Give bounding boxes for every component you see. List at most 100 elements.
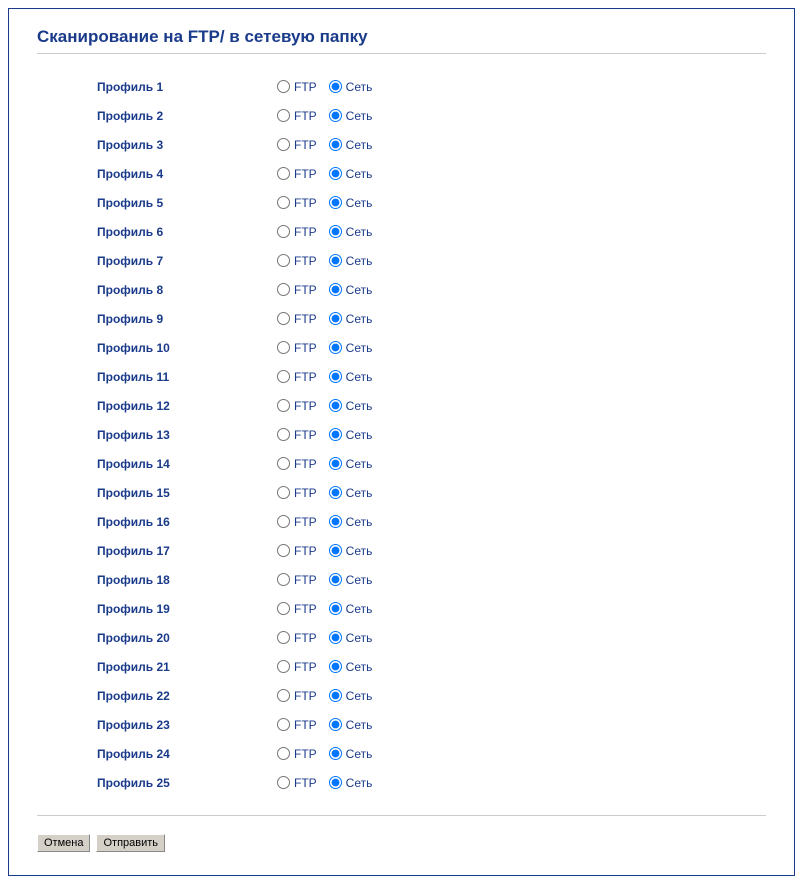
radio-ftp[interactable]	[277, 544, 290, 557]
radio-network-label: Сеть	[346, 544, 373, 558]
radio-ftp[interactable]	[277, 486, 290, 499]
radio-network[interactable]	[329, 660, 342, 673]
radio-ftp[interactable]	[277, 573, 290, 586]
radio-network[interactable]	[329, 196, 342, 209]
radio-network-label: Сеть	[346, 399, 373, 413]
radio-network-label: Сеть	[346, 283, 373, 297]
profile-row: Профиль 23FTPСеть	[97, 710, 766, 739]
radio-network[interactable]	[329, 631, 342, 644]
radio-ftp[interactable]	[277, 370, 290, 383]
radio-ftp[interactable]	[277, 689, 290, 702]
radio-ftp-label: FTP	[294, 167, 317, 181]
profile-label: Профиль 12	[97, 399, 277, 413]
radio-group: FTPСеть	[277, 370, 380, 384]
radio-group: FTPСеть	[277, 138, 380, 152]
profile-label: Профиль 17	[97, 544, 277, 558]
radio-network[interactable]	[329, 341, 342, 354]
radio-network[interactable]	[329, 138, 342, 151]
radio-ftp-label: FTP	[294, 341, 317, 355]
radio-network[interactable]	[329, 312, 342, 325]
profile-row: Профиль 18FTPСеть	[97, 565, 766, 594]
radio-ftp[interactable]	[277, 283, 290, 296]
profile-row: Профиль 12 FTP Сеть	[97, 391, 766, 420]
radio-network-label: Сеть	[346, 776, 373, 790]
radio-network[interactable]	[329, 283, 342, 296]
profile-row: Профиль 15FTPСеть	[97, 478, 766, 507]
radio-ftp[interactable]	[277, 457, 290, 470]
profile-label: Профиль 13	[97, 428, 277, 442]
profile-row: Профиль 4FTPСеть	[97, 159, 766, 188]
radio-network[interactable]	[329, 602, 342, 615]
radio-ftp[interactable]	[277, 167, 290, 180]
profile-label: Профиль 18	[97, 573, 277, 587]
profile-row: Профиль 24FTPСеть	[97, 739, 766, 768]
profile-row: Профиль 5FTPСеть	[97, 188, 766, 217]
radio-network[interactable]	[329, 718, 342, 731]
cancel-button[interactable]: Отмена	[37, 834, 90, 852]
radio-ftp[interactable]	[277, 138, 290, 151]
radio-network[interactable]	[329, 776, 342, 789]
radio-group: FTPСеть	[277, 457, 380, 471]
profile-label: Профиль 6	[97, 225, 277, 239]
radio-group: FTPСеть	[277, 544, 380, 558]
profile-row: Профиль 9FTPСеть	[97, 304, 766, 333]
radio-group: FTPСеть	[277, 486, 380, 500]
radio-ftp-label: FTP	[294, 283, 317, 297]
radio-ftp[interactable]	[277, 341, 290, 354]
radio-group: FTP Сеть	[277, 776, 380, 790]
radio-network-label: Сеть	[346, 196, 373, 210]
main-panel: Сканирование на FTP/ в сетевую папку Про…	[8, 8, 795, 876]
radio-ftp[interactable]	[277, 660, 290, 673]
radio-ftp[interactable]	[277, 602, 290, 615]
radio-ftp-label: FTP	[294, 225, 317, 239]
radio-network[interactable]	[329, 370, 342, 383]
radio-ftp[interactable]	[277, 428, 290, 441]
radio-ftp[interactable]	[277, 225, 290, 238]
radio-ftp-label: FTP	[294, 399, 317, 413]
profile-row: Профиль 6FTPСеть	[97, 217, 766, 246]
radio-ftp[interactable]	[277, 515, 290, 528]
button-row: Отмена Отправить	[37, 834, 766, 852]
radio-ftp-label: FTP	[294, 689, 317, 703]
radio-ftp[interactable]	[277, 631, 290, 644]
radio-network[interactable]	[329, 167, 342, 180]
radio-ftp[interactable]	[277, 109, 290, 122]
profile-row: Профиль 19FTPСеть	[97, 594, 766, 623]
radio-ftp[interactable]	[277, 718, 290, 731]
profile-row: Профиль 16FTPСеть	[97, 507, 766, 536]
profile-row: Профиль 22FTPСеть	[97, 681, 766, 710]
radio-ftp[interactable]	[277, 776, 290, 789]
radio-ftp[interactable]	[277, 80, 290, 93]
radio-network[interactable]	[329, 689, 342, 702]
profile-label: Профиль 1	[97, 80, 277, 94]
radio-ftp[interactable]	[277, 399, 290, 412]
radio-network[interactable]	[329, 80, 342, 93]
radio-network[interactable]	[329, 109, 342, 122]
radio-ftp-label: FTP	[294, 109, 317, 123]
radio-network[interactable]	[329, 747, 342, 760]
profile-row: Профиль 8FTPСеть	[97, 275, 766, 304]
profile-label: Профиль 21	[97, 660, 277, 674]
radio-group: FTPСеть	[277, 254, 380, 268]
submit-button[interactable]: Отправить	[96, 834, 165, 852]
radio-network[interactable]	[329, 428, 342, 441]
radio-network[interactable]	[329, 544, 342, 557]
radio-ftp-label: FTP	[294, 747, 317, 761]
radio-network[interactable]	[329, 225, 342, 238]
radio-ftp[interactable]	[277, 747, 290, 760]
radio-network[interactable]	[329, 254, 342, 267]
radio-network[interactable]	[329, 457, 342, 470]
radio-network[interactable]	[329, 515, 342, 528]
radio-ftp-label: FTP	[294, 776, 317, 790]
radio-network-label: Сеть	[346, 312, 373, 326]
radio-ftp[interactable]	[277, 312, 290, 325]
radio-network[interactable]	[329, 573, 342, 586]
profile-label: Профиль 9	[97, 312, 277, 326]
radio-ftp[interactable]	[277, 254, 290, 267]
radio-ftp-label: FTP	[294, 486, 317, 500]
radio-ftp[interactable]	[277, 196, 290, 209]
radio-network[interactable]	[329, 486, 342, 499]
profile-label: Профиль 7	[97, 254, 277, 268]
profile-label: Профиль 11	[97, 370, 277, 384]
radio-network[interactable]	[329, 399, 342, 412]
